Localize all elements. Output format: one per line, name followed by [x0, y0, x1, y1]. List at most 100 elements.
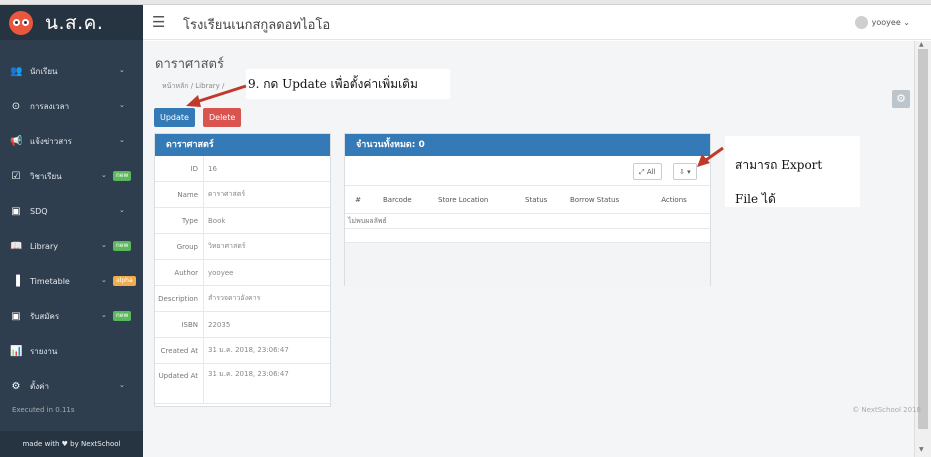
export-annotation-line2: File ได้: [735, 192, 776, 206]
sidebar-item-7[interactable]: ▣ รับสมัคร ⌄ new: [0, 299, 143, 334]
chevron-down-icon: ⌄: [101, 241, 107, 249]
no-results-text: ไม่พบผลลัพธ์: [345, 214, 710, 229]
sidebar-item-1[interactable]: ⊙ การลงเวลา ⌄: [0, 89, 143, 124]
book-icon: 📖: [10, 241, 23, 252]
detail-value: 31 ม.ค. 2018, 23:06:47: [208, 370, 289, 378]
column-header[interactable]: #: [345, 196, 371, 204]
sidebar-item-label: รับสมัคร: [30, 312, 60, 321]
detail-value: 31 ม.ค. 2018, 23:06:47: [208, 346, 289, 354]
table-header: # Barcode Store Location Status Borrow Statu…: [345, 186, 710, 214]
column-header[interactable]: Borrow Status: [558, 196, 644, 204]
chevron-down-icon: ⌄: [101, 276, 107, 284]
hamburger-menu-icon[interactable]: ☰: [152, 13, 165, 31]
sidebar-item-label: รายงาน: [30, 347, 58, 356]
status-badge: new: [113, 171, 132, 181]
update-button[interactable]: Update: [154, 108, 195, 127]
megaphone-icon: 📢: [10, 136, 23, 147]
copyright: © NextSchool 2018: [852, 406, 921, 414]
sidebar-item-label: Library: [30, 242, 58, 251]
calendar-check-icon: ☑: [11, 171, 21, 182]
school-name: โรงเรียนเนกสกูลดอทไอโอ: [183, 18, 331, 33]
sidebar-item-label: ตั้งค่า: [30, 382, 49, 391]
show-all-label: All: [646, 168, 656, 176]
database-icon: ▐: [12, 276, 20, 287]
sidebar-item-label: นักเรียน: [30, 67, 58, 76]
detail-value: วิทยาศาสตร์: [208, 242, 246, 250]
page-title: ดาราศาสตร์: [155, 57, 224, 72]
detail-row: Created At 31 ม.ค. 2018, 23:06:47: [155, 338, 330, 364]
detail-key: Description: [155, 286, 204, 311]
clock-icon: ⊙: [11, 101, 21, 112]
brand-title: น.ส.ค.: [45, 11, 104, 34]
chevron-down-icon: ⌄: [119, 206, 125, 214]
detail-row: ISBN 22035: [155, 312, 330, 338]
avatar: [854, 16, 868, 29]
column-header[interactable]: Store Location: [426, 196, 513, 204]
sidebar: น.ส.ค. 👥 นักเรียน ⌄ ⊙ การลงเวลา ⌄ 📢 แจ้งข่าวสาร…: [0, 5, 143, 457]
detail-row: Type Book: [155, 208, 330, 234]
scroll-up-icon[interactable]: ▲: [919, 41, 924, 48]
sidebar-item-0[interactable]: 👥 นักเรียน ⌄: [0, 54, 143, 89]
scroll-down-icon[interactable]: ▼: [919, 446, 924, 453]
bar-chart-icon: 📊: [10, 346, 23, 357]
sidebar-item-4[interactable]: ▣ SDQ ⌄: [0, 194, 143, 229]
detail-row: Description สำรวจดาวอังคาร: [155, 286, 330, 312]
detail-key: Type: [155, 208, 204, 233]
list-toolbar: ⤢ All ⇩ ▾: [345, 156, 710, 186]
list-panel-footer: [345, 243, 710, 286]
clipboard-icon: ▣: [11, 206, 21, 217]
sidebar-item-label: Timetable: [30, 277, 70, 286]
sidebar-item-label: แจ้งข่าวสาร: [30, 137, 72, 146]
detail-row: ID 16: [155, 156, 330, 182]
sidebar-item-6[interactable]: ▐ Timetable ⌄ alpha: [0, 264, 143, 299]
sidebar-item-label: การลงเวลา: [30, 102, 70, 111]
detail-value: สำรวจดาวอังคาร: [208, 294, 261, 302]
show-all-button[interactable]: ⤢ All: [633, 163, 662, 180]
user-name: yooyee: [871, 18, 901, 27]
chevron-down-icon: ⌄: [119, 66, 125, 74]
status-badge: alpha: [113, 276, 136, 286]
top-header: ☰ โรงเรียนเนกสกูลดอทไอโอ yooyee ⌄: [143, 5, 931, 40]
sidebar-item-label: วิชาเรียน: [30, 172, 62, 181]
brand[interactable]: น.ส.ค.: [0, 5, 143, 40]
detail-key: ID: [155, 156, 204, 181]
user-menu[interactable]: yooyee ⌄: [854, 16, 910, 29]
detail-value: 22035: [208, 320, 231, 329]
status-badge: new: [113, 311, 132, 321]
sidebar-item-3[interactable]: ☑ วิชาเรียน ⌄ new: [0, 159, 143, 194]
detail-key: Author: [155, 260, 204, 285]
gear-icon[interactable]: ⚙: [892, 90, 910, 108]
vertical-scrollbar[interactable]: ▲ ▼: [914, 41, 931, 457]
scrollbar-thumb[interactable]: [918, 49, 928, 429]
detail-row: Name ดาราศาสตร์: [155, 182, 330, 208]
chevron-down-icon: ⌄: [101, 311, 107, 319]
made-with-footer: made with ♥ by NextSchool: [0, 431, 143, 457]
detail-panel-heading: ดาราศาสตร์: [155, 134, 330, 156]
column-header[interactable]: Actions: [644, 196, 704, 204]
detail-value: Book: [208, 216, 226, 225]
detail-value: yooyee: [208, 268, 234, 277]
expand-icon: ⤢: [639, 168, 645, 176]
delete-button[interactable]: Delete: [203, 108, 242, 127]
detail-value: ดาราศาสตร์: [208, 190, 246, 198]
form-icon: ▣: [11, 311, 21, 322]
chevron-down-icon: ⌄: [119, 136, 125, 144]
sidebar-nav: 👥 นักเรียน ⌄ ⊙ การลงเวลา ⌄ 📢 แจ้งข่าวสาร ⌄ ☑ วิชาเ…: [0, 54, 143, 404]
execution-time: Executed in 0.11s: [12, 406, 75, 414]
sidebar-item-8[interactable]: 📊 รายงาน: [0, 334, 143, 369]
sidebar-item-5[interactable]: 📖 Library ⌄ new: [0, 229, 143, 264]
chevron-down-icon: ⌄: [101, 171, 107, 179]
list-panel-heading: จำนวนทั้งหมด: 0: [345, 134, 710, 156]
update-annotation: 9. กด Update เพื่อตั้งค่าเพิ่มเติม: [246, 69, 450, 99]
sidebar-item-9[interactable]: ⚙ ตั้งค่า ⌄: [0, 369, 143, 404]
export-button[interactable]: ⇩ ▾: [673, 163, 697, 180]
column-header[interactable]: Status: [513, 196, 558, 204]
column-header[interactable]: Barcode: [371, 196, 426, 204]
detail-key: Created At: [155, 338, 204, 363]
sidebar-item-2[interactable]: 📢 แจ้งข่าวสาร ⌄: [0, 124, 143, 159]
chevron-down-icon: ⌄: [900, 18, 910, 27]
export-annotation-line1: สามารถ Export: [735, 158, 823, 172]
breadcrumb[interactable]: หน้าหลัก / Library /: [162, 81, 224, 92]
export-annotation: สามารถ Export File ได้: [725, 136, 860, 207]
detail-key: Name: [155, 182, 204, 207]
